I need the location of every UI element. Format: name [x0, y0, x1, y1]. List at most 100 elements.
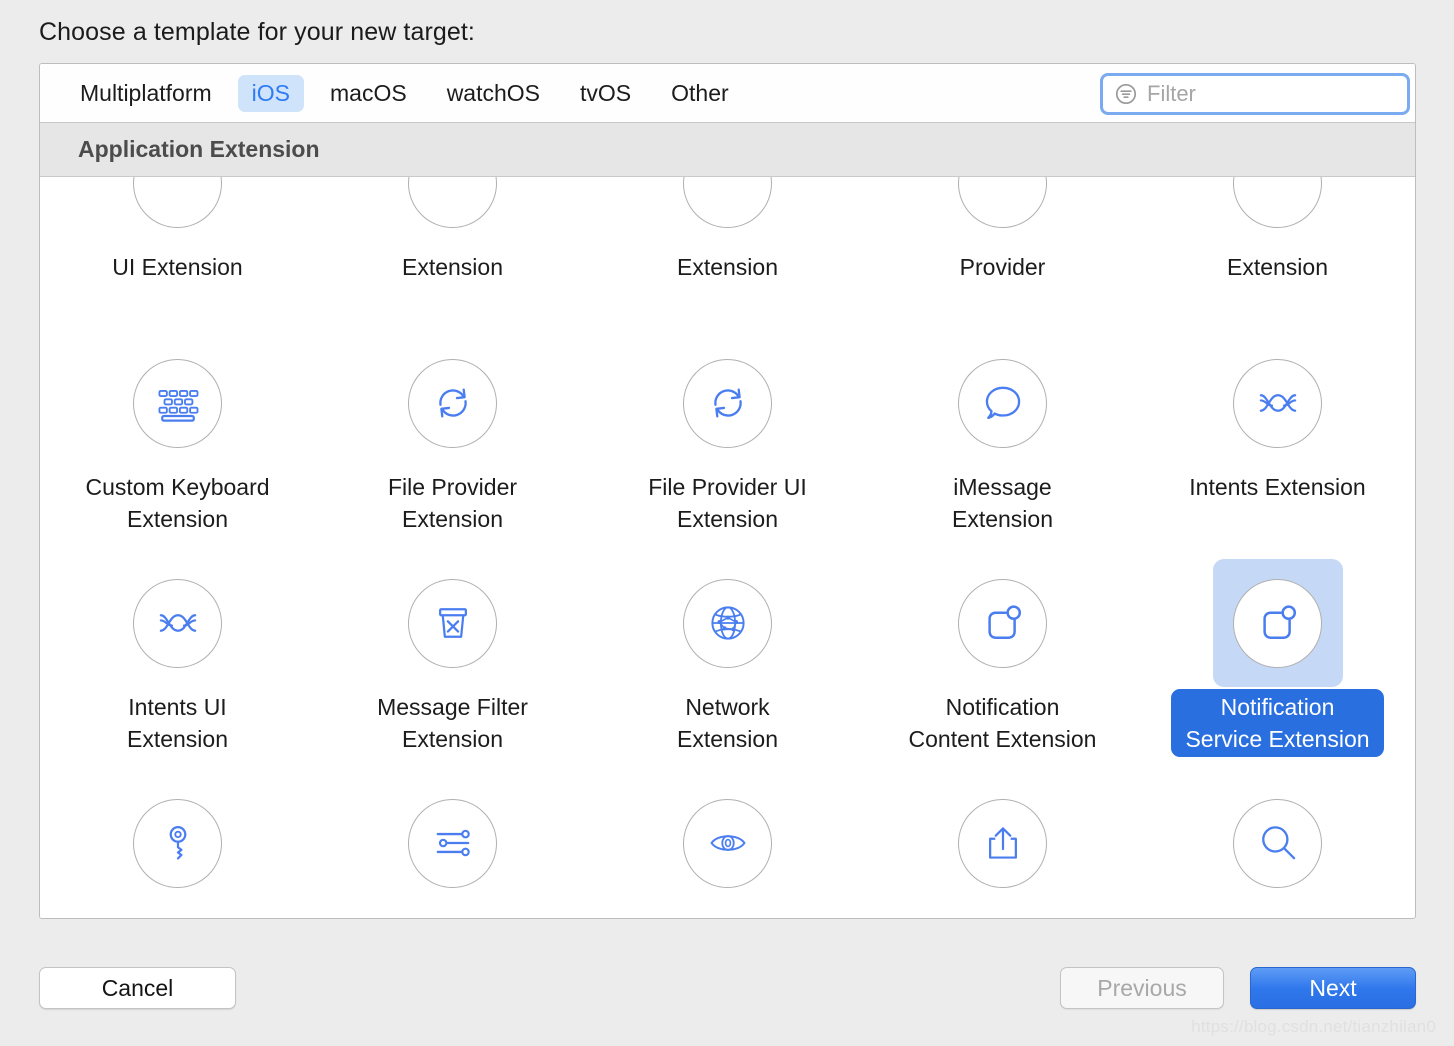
- template-tile-label: Message Filter Extension: [377, 694, 528, 752]
- template-tile[interactable]: Notification Content Extension: [865, 549, 1140, 769]
- template-tile[interactable]: Extension: [590, 177, 865, 329]
- template-tile[interactable]: Intents UI Extension: [40, 549, 315, 769]
- template-tile-icon-box: [938, 779, 1068, 907]
- page-title: Choose a template for your new target:: [39, 18, 475, 46]
- previous-button[interactable]: Previous: [1060, 967, 1224, 1009]
- template-tile-icon-box: [1213, 779, 1343, 907]
- template-tile-label: Intents UI Extension: [126, 694, 228, 752]
- section-header-label: Application Extension: [78, 136, 320, 162]
- tab-other[interactable]: Other: [657, 75, 743, 112]
- template-tile[interactable]: Extension: [315, 177, 590, 329]
- template-tile-icon-box: [1213, 177, 1343, 247]
- tab-tvos[interactable]: tvOS: [566, 75, 645, 112]
- filter-icon: [1115, 83, 1137, 105]
- template-tile[interactable]: Quick Look Preview Extension: [590, 769, 865, 918]
- template-grid-scroll-area[interactable]: UI Extension Extension Extension Provider Ex…: [40, 177, 1415, 918]
- template-tile-icon-box: [113, 779, 243, 907]
- dialog-footer: Cancel Previous Next https://blog.csdn.n…: [0, 919, 1454, 1046]
- template-tile-icon-box: [663, 779, 793, 907]
- sync-arrows-icon: [683, 358, 772, 448]
- template-tile[interactable]: Network Extension: [590, 549, 865, 769]
- template-tile-label: Extension: [401, 254, 503, 280]
- template-tile[interactable]: Provider: [865, 177, 1140, 329]
- template-tile-label: Notification Service Extension: [1171, 689, 1384, 757]
- tab-multiplatform[interactable]: Multiplatform: [66, 75, 226, 112]
- template-tile[interactable]: Message Filter Extension: [315, 549, 590, 769]
- template-grid: UI Extension Extension Extension Provider Ex…: [40, 177, 1415, 918]
- eye-icon: [683, 798, 772, 888]
- key-icon: [133, 798, 222, 888]
- sync-arrows-icon: [408, 358, 497, 448]
- template-tile-label: Share Extension: [904, 909, 1101, 918]
- template-tile[interactable]: File Provider UI Extension: [590, 329, 865, 549]
- clipped-icon: [1233, 177, 1322, 228]
- template-tile-label: UI Extension: [112, 254, 243, 280]
- template-tile-icon-box: [388, 177, 518, 247]
- crossing-waves-icon: [1233, 358, 1322, 448]
- template-tile-label: Persistent Token Extension: [79, 909, 277, 918]
- tab-ios[interactable]: iOS: [237, 74, 304, 112]
- filter-field[interactable]: [1100, 73, 1415, 115]
- template-tile-icon-box: [113, 559, 243, 687]
- template-tile-label: File Provider Extension: [387, 474, 518, 532]
- section-header: Application Extension: [40, 123, 1415, 177]
- template-tile-label: Quick Look Preview Extension: [619, 909, 836, 918]
- template-tile-label: Intents Extension: [1189, 474, 1366, 500]
- template-tile[interactable]: iMessage Extension: [865, 329, 1140, 549]
- tab-watchos[interactable]: watchOS: [433, 75, 554, 112]
- speech-bubble-icon: [958, 358, 1047, 448]
- template-tile-label: Network Extension: [676, 694, 778, 752]
- template-tile-label: Extension: [1226, 254, 1328, 280]
- template-tile-icon-box: [663, 177, 793, 247]
- template-tile-icon-box: [663, 339, 793, 467]
- template-tile-label: Custom Keyboard Extension: [85, 474, 270, 532]
- tab-macos[interactable]: macOS: [316, 75, 421, 112]
- template-tile[interactable]: File Provider Extension: [315, 329, 590, 549]
- template-tile-label: Provider: [959, 254, 1046, 280]
- template-tile-icon-box: [938, 339, 1068, 467]
- template-tile-label: Photo Editing Extension: [370, 909, 535, 918]
- template-tile[interactable]: UI Extension: [40, 177, 315, 329]
- template-tile-label: File Provider UI Extension: [648, 474, 807, 532]
- template-chooser-dialog: Choose a template for your new target: M…: [0, 0, 1454, 1046]
- clipped-icon: [683, 177, 772, 228]
- template-tile-icon-box: [388, 559, 518, 687]
- template-tile-icon-box: [388, 339, 518, 467]
- template-tile-label: Spotlight Index Extension: [1187, 909, 1367, 918]
- template-tile[interactable]: Intents Extension: [1140, 329, 1415, 549]
- badged-square-icon: [958, 578, 1047, 668]
- clipped-icon: [408, 177, 497, 228]
- template-tile[interactable]: Share Extension: [865, 769, 1140, 918]
- magnifier-icon: [1233, 798, 1322, 888]
- badged-square-icon: [1233, 578, 1322, 668]
- template-tile-icon-box: [938, 559, 1068, 687]
- watermark: https://blog.csdn.net/tianzhilan0: [1191, 1017, 1436, 1036]
- template-tile[interactable]: Persistent Token Extension: [40, 769, 315, 918]
- template-tile[interactable]: Photo Editing Extension: [315, 769, 590, 918]
- template-tile-icon-box: [388, 779, 518, 907]
- template-tile-label: Extension: [676, 254, 778, 280]
- template-tile[interactable]: Notification Service Extension: [1140, 549, 1415, 769]
- template-tile[interactable]: Extension: [1140, 177, 1415, 329]
- filter-input[interactable]: [1145, 80, 1415, 108]
- template-tile-icon-box: [663, 559, 793, 687]
- next-button[interactable]: Next: [1250, 967, 1416, 1009]
- cancel-button[interactable]: Cancel: [39, 967, 236, 1009]
- sliders-icon: [408, 798, 497, 888]
- template-tile[interactable]: Spotlight Index Extension: [1140, 769, 1415, 918]
- share-up-arrow-icon: [958, 798, 1047, 888]
- template-tile-selection-highlight: [1212, 559, 1343, 687]
- template-tile-label: iMessage Extension: [951, 474, 1053, 532]
- trash-x-icon: [408, 578, 497, 668]
- template-tile[interactable]: Custom Keyboard Extension: [40, 329, 315, 549]
- crossing-waves-icon: [133, 578, 222, 668]
- template-panel: Multiplatform iOS macOS watchOS tvOS Oth…: [39, 63, 1416, 919]
- template-tile-icon-box: [113, 177, 243, 247]
- platform-tab-bar: Multiplatform iOS macOS watchOS tvOS Oth…: [40, 64, 1415, 123]
- clipped-icon: [133, 177, 222, 228]
- template-tile-label: Notification Content Extension: [908, 694, 1097, 752]
- template-tile-icon-box: [938, 177, 1068, 247]
- template-tile-icon-box: [113, 339, 243, 467]
- globe-network-icon: [683, 578, 772, 668]
- keyboard-icon: [133, 358, 222, 448]
